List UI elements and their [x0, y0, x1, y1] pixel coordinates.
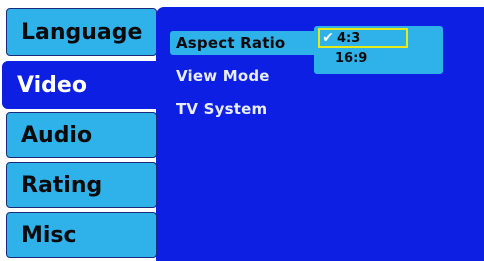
sidebar-item-label: Audio: [21, 122, 93, 148]
option-aspect-ratio[interactable]: Aspect Ratio: [170, 31, 314, 55]
option-label: View Mode: [176, 67, 270, 85]
sidebar-item-label: Rating: [21, 172, 103, 198]
sidebar-item-label: Language: [21, 19, 143, 45]
option-tv-system[interactable]: TV System: [170, 97, 267, 121]
sidebar-item-label: Misc: [21, 222, 77, 248]
sidebar-item-misc[interactable]: Misc: [6, 212, 157, 258]
dropdown-option-4-3[interactable]: ✔ 4:3: [318, 28, 408, 48]
sidebar-item-audio[interactable]: Audio: [6, 112, 157, 158]
option-view-mode[interactable]: View Mode: [170, 64, 270, 88]
option-label: Aspect Ratio: [176, 34, 286, 52]
sidebar-item-language[interactable]: Language: [6, 8, 157, 56]
dropdown-option-16-9[interactable]: 16:9: [318, 48, 408, 68]
sidebar-item-video[interactable]: Video: [2, 61, 160, 109]
option-label: TV System: [176, 100, 268, 118]
sidebar-item-rating[interactable]: Rating: [6, 162, 157, 208]
sidebar-item-label: Video: [17, 72, 87, 98]
check-icon: ✔: [322, 30, 334, 46]
dropdown-option-label: 16:9: [335, 50, 368, 66]
dropdown-option-label: 4:3: [337, 30, 361, 46]
aspect-ratio-dropdown: ✔ 4:3 16:9: [314, 26, 443, 74]
